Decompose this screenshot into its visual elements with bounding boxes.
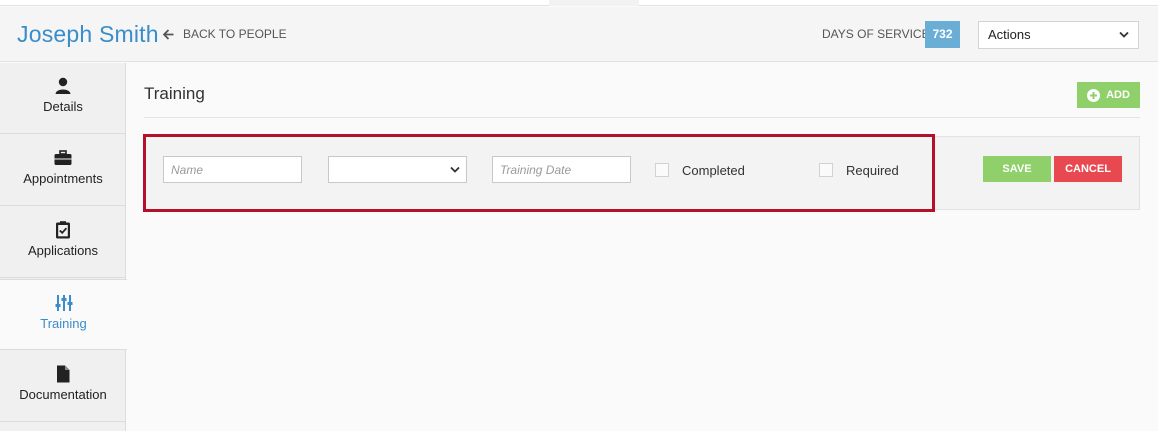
sliders-icon (55, 295, 72, 311)
back-to-people-link[interactable]: BACK TO PEOPLE (163, 27, 287, 41)
user-icon (55, 77, 71, 94)
sidebar-item-label: Appointments (23, 171, 103, 186)
page-title: Training (144, 84, 205, 103)
training-type-select[interactable] (328, 156, 467, 183)
completed-checkbox[interactable] (655, 163, 669, 177)
days-of-service-label: DAYS OF SERVICE (822, 27, 930, 41)
divider (144, 117, 1140, 118)
required-label: Required (846, 163, 899, 178)
sidebar-item-label: Documentation (19, 387, 107, 402)
cancel-button[interactable]: CANCEL (1054, 156, 1122, 182)
sidebar-item-details[interactable]: Details (0, 63, 126, 134)
sidebar-item-documentation[interactable]: Documentation (0, 351, 126, 422)
main-content: Training ADD Completed Required SAVE CAN… (126, 63, 1158, 431)
briefcase-icon (54, 150, 72, 165)
name-input[interactable] (163, 156, 302, 183)
required-checkbox[interactable] (819, 163, 833, 177)
page-header: Joseph Smith BACK TO PEOPLE DAYS OF SERV… (0, 7, 1158, 62)
sidebar-item-applications[interactable]: Applications (0, 207, 126, 278)
chevron-down-icon (450, 166, 460, 173)
sidebar-item-label: Training (40, 316, 87, 331)
training-date-input[interactable] (492, 156, 631, 183)
sidebar-item-label: Details (43, 99, 83, 114)
file-icon (57, 365, 70, 383)
sidebar-item-training[interactable]: Training (0, 279, 127, 350)
plus-circle-icon (1087, 88, 1101, 102)
chevron-down-icon (1119, 31, 1129, 38)
arrow-left-icon (163, 28, 174, 40)
sidebar-item-label: Applications (27, 243, 99, 258)
add-button[interactable]: ADD (1077, 82, 1140, 108)
clipboard-check-icon (56, 221, 70, 239)
back-label: BACK TO PEOPLE (183, 27, 287, 41)
sidebar-item-appointments[interactable]: Appointments (0, 135, 126, 206)
save-button[interactable]: SAVE (983, 156, 1051, 182)
actions-label: Actions (988, 27, 1031, 42)
browser-top-strip (0, 0, 1158, 6)
actions-dropdown[interactable]: Actions (978, 21, 1139, 49)
person-name: Joseph Smith (17, 21, 159, 47)
add-label: ADD (1106, 89, 1130, 101)
sidebar: Details Appointments Applications Traini… (0, 63, 127, 431)
days-of-service-badge: 732 (925, 21, 960, 48)
completed-label: Completed (682, 163, 745, 178)
training-form: Completed Required SAVE CANCEL (144, 136, 1140, 210)
tab-hint (549, 0, 639, 6)
